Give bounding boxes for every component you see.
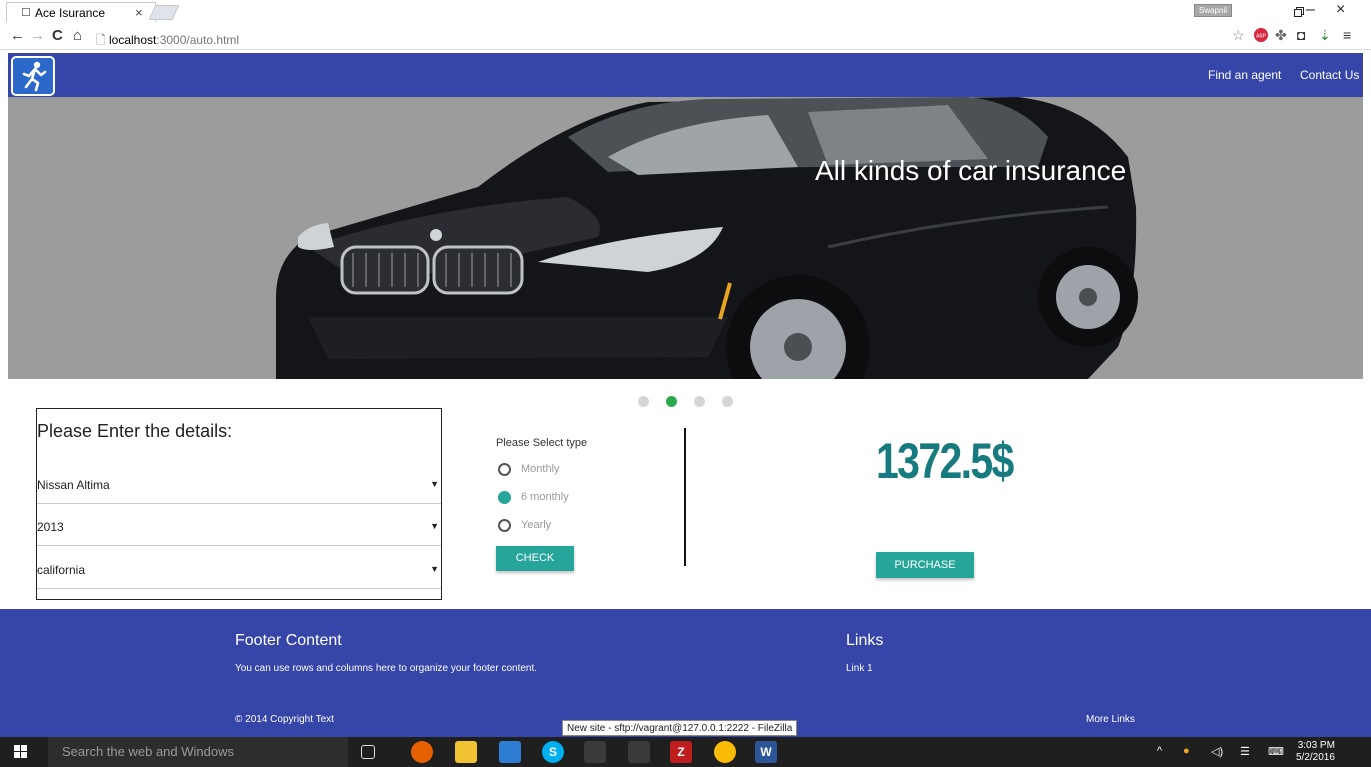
- chevron-down-icon: ▼: [430, 521, 439, 531]
- details-form: Please Enter the details: Nissan Altima …: [36, 408, 442, 600]
- form-title: Please Enter the details:: [37, 421, 233, 441]
- restore-icon[interactable]: [1294, 6, 1304, 20]
- nav-find-agent[interactable]: Find an agent: [1208, 68, 1281, 82]
- site-footer: Footer Content You can use rows and colu…: [0, 609, 1371, 737]
- browser-tab-strip: ☐ Ace Isurance × Swapnil – ×: [0, 0, 1371, 22]
- radio-checked-icon: [498, 491, 511, 504]
- radio-label: 6 monthly: [521, 491, 569, 503]
- screen: ☐ Ace Isurance × Swapnil – × ← → C ⌂ 🗋 l…: [0, 0, 1371, 767]
- app-icon[interactable]: [499, 741, 521, 763]
- notifications-icon[interactable]: ☰: [1240, 745, 1250, 758]
- network-icon[interactable]: [628, 741, 650, 763]
- tray-chevron-up-icon[interactable]: ^: [1157, 745, 1162, 757]
- site-navbar: Find an agent Contact Us: [8, 53, 1363, 97]
- tray-app-icon[interactable]: ●: [1183, 745, 1190, 757]
- download-icon[interactable]: ⇣: [1319, 27, 1331, 44]
- home-icon[interactable]: ⌂: [73, 27, 82, 44]
- radio-monthly[interactable]: Monthly: [498, 462, 618, 478]
- taskbar-clock[interactable]: 3:03 PM 5/2/2016: [1296, 740, 1335, 764]
- year-value: 2013: [37, 520, 64, 534]
- radio-yearly[interactable]: Yearly: [498, 518, 618, 534]
- tab-title: Ace Isurance: [35, 6, 106, 20]
- tab-close-icon[interactable]: ×: [135, 5, 143, 20]
- carousel-dot-4[interactable]: [722, 396, 733, 407]
- url-path: :3000/auto.html: [156, 33, 240, 47]
- url-host: localhost: [108, 33, 157, 47]
- windows-start-icon[interactable]: [14, 745, 28, 759]
- clock-date: 5/2/2016: [1296, 752, 1335, 763]
- minimize-icon[interactable]: –: [1306, 1, 1315, 19]
- svg-text:ABP: ABP: [1256, 34, 1267, 40]
- year-select[interactable]: 2013 ▼: [37, 506, 441, 546]
- windows-taskbar: Search the web and Windows S Z W ^ ● ◁) …: [0, 737, 1371, 767]
- reload-icon[interactable]: C: [52, 27, 63, 44]
- taskbar-tooltip: New site - sftp://vagrant@127.0.0.1:2222…: [562, 720, 798, 736]
- radio-6-monthly[interactable]: 6 monthly: [498, 490, 618, 506]
- carousel-dot-2[interactable]: [666, 396, 677, 407]
- purchase-button[interactable]: PURCHASE: [876, 552, 974, 578]
- browser-tab[interactable]: ☐ Ace Isurance ×: [6, 2, 156, 22]
- radio-label: Monthly: [521, 463, 560, 475]
- word-icon[interactable]: W: [755, 741, 777, 763]
- chrome-icon[interactable]: [714, 741, 736, 763]
- clock-time: 3:03 PM: [1297, 740, 1335, 751]
- page-favicon-icon: ☐: [21, 7, 31, 19]
- car-model-select[interactable]: Nissan Altima ▼: [37, 464, 441, 504]
- skype-icon[interactable]: S: [542, 741, 564, 763]
- virtualbox-icon[interactable]: [584, 741, 606, 763]
- car-model-value: Nissan Altima: [37, 478, 110, 492]
- hero-caption: All kinds of car insurance: [815, 155, 1127, 186]
- volume-icon[interactable]: ◁): [1211, 745, 1223, 758]
- keyboard-icon[interactable]: ⌨: [1268, 745, 1284, 758]
- footer-copyright: © 2014 Copyright Text: [235, 714, 334, 725]
- profile-button[interactable]: Swapnil: [1194, 4, 1232, 17]
- filezilla-icon[interactable]: Z: [670, 741, 692, 763]
- new-tab-button[interactable]: [148, 5, 180, 20]
- radio-circle-icon: [498, 519, 511, 532]
- state-select[interactable]: california ▼: [37, 549, 441, 589]
- hero-carousel: All kinds of car insurance: [8, 97, 1363, 379]
- taskbar-search-input[interactable]: Search the web and Windows: [48, 737, 348, 767]
- radio-circle-icon: [498, 463, 511, 476]
- window-close-icon[interactable]: ×: [1336, 1, 1345, 19]
- bookmark-star-icon[interactable]: ☆: [1232, 27, 1245, 44]
- chevron-down-icon: ▼: [430, 564, 439, 574]
- firefox-icon[interactable]: [411, 741, 433, 763]
- radio-label: Yearly: [521, 519, 552, 531]
- forward-icon[interactable]: →: [30, 27, 45, 44]
- divider: [684, 428, 686, 566]
- file-explorer-icon[interactable]: [455, 741, 477, 763]
- task-view-icon[interactable]: [361, 745, 375, 759]
- footer-more-links[interactable]: More Links: [1086, 714, 1135, 725]
- page-icon: 🗋: [96, 33, 109, 47]
- brand-logo-icon[interactable]: [11, 56, 55, 96]
- plan-type-label: Please Select type: [496, 437, 588, 449]
- check-button[interactable]: CHECK: [496, 546, 574, 571]
- chevron-down-icon: ▼: [430, 479, 439, 489]
- car-image: [276, 97, 1138, 379]
- carousel-dot-3[interactable]: [694, 396, 705, 407]
- footer-links-title: Links: [846, 632, 884, 649]
- extension-square-icon[interactable]: ◘: [1297, 27, 1305, 43]
- nav-contact-us[interactable]: Contact Us: [1300, 68, 1359, 82]
- extension-icon[interactable]: ✤: [1275, 27, 1287, 44]
- quote-price: 1372.5$: [876, 433, 1014, 489]
- footer-title: Footer Content: [235, 632, 342, 649]
- back-icon[interactable]: ←: [10, 27, 25, 44]
- carousel-dot-1[interactable]: [638, 396, 649, 407]
- browser-toolbar: ← → C ⌂ 🗋 localhost:3000/auto.html ☆ ABP…: [0, 22, 1371, 50]
- address-bar[interactable]: 🗋 localhost:3000/auto.html: [96, 31, 239, 52]
- footer-link-1[interactable]: Link 1: [846, 663, 873, 674]
- state-value: california: [37, 563, 86, 577]
- footer-text: You can use rows and columns here to org…: [235, 663, 538, 674]
- menu-icon[interactable]: ≡: [1343, 27, 1351, 43]
- adblock-icon[interactable]: ABP: [1254, 28, 1268, 45]
